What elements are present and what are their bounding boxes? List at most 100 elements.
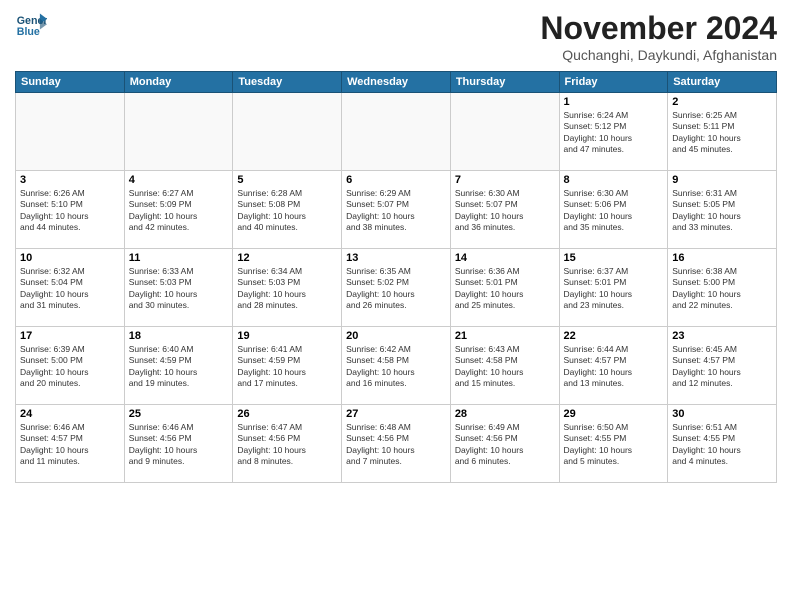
calendar-table: Sunday Monday Tuesday Wednesday Thursday… bbox=[15, 71, 777, 483]
day-info: Sunrise: 6:49 AM Sunset: 4:56 PM Dayligh… bbox=[455, 422, 555, 468]
day-cell: 16 Sunrise: 6:38 AM Sunset: 5:00 PM Dayli… bbox=[668, 249, 777, 327]
day-cell: 1 Sunrise: 6:24 AM Sunset: 5:12 PM Daylig… bbox=[559, 93, 668, 171]
day-number: 5 bbox=[237, 174, 337, 186]
day-info: Sunrise: 6:46 AM Sunset: 4:57 PM Dayligh… bbox=[20, 422, 120, 468]
page: General Blue November 2024 Quchanghi, Da… bbox=[0, 0, 792, 612]
day-cell: 20Sunrise: 6:42 AM Sunset: 4:58 PM Dayli… bbox=[342, 327, 451, 405]
day-info: Sunrise: 6:30 AM Sunset: 5:06 PM Dayligh… bbox=[564, 188, 664, 234]
day-cell: 3 Sunrise: 6:26 AM Sunset: 5:10 PM Daylig… bbox=[16, 171, 125, 249]
day-cell bbox=[233, 93, 342, 171]
day-number: 6 bbox=[346, 174, 446, 186]
day-number: 1 bbox=[564, 96, 664, 108]
day-info: Sunrise: 6:31 AM Sunset: 5:05 PM Dayligh… bbox=[672, 188, 772, 234]
week-row-1: 3 Sunrise: 6:26 AM Sunset: 5:10 PM Daylig… bbox=[16, 171, 777, 249]
week-row-3: 17 Sunrise: 6:39 AM Sunset: 5:00 PM Dayli… bbox=[16, 327, 777, 405]
day-number: 16 bbox=[672, 252, 772, 264]
day-info: Sunrise: 6:51 AM Sunset: 4:55 PM Dayligh… bbox=[672, 422, 772, 468]
week-row-0: 1 Sunrise: 6:24 AM Sunset: 5:12 PM Daylig… bbox=[16, 93, 777, 171]
day-info: Sunrise: 6:45 AM Sunset: 4:57 PM Dayligh… bbox=[672, 344, 772, 390]
day-info: Sunrise: 6:44 AM Sunset: 4:57 PM Dayligh… bbox=[564, 344, 664, 390]
day-info: Sunrise: 6:39 AM Sunset: 5:00 PM Dayligh… bbox=[20, 344, 120, 390]
day-number: 2 bbox=[672, 96, 772, 108]
day-number: 28 bbox=[455, 408, 555, 420]
day-cell: 29 Sunrise: 6:50 AM Sunset: 4:55 PM Dayli… bbox=[559, 405, 668, 483]
day-cell bbox=[124, 93, 233, 171]
subtitle: Quchanghi, Daykundi, Afghanistan bbox=[540, 47, 777, 63]
day-info: Sunrise: 6:34 AM Sunset: 5:03 PM Dayligh… bbox=[237, 266, 337, 312]
day-info: Sunrise: 6:37 AM Sunset: 5:01 PM Dayligh… bbox=[564, 266, 664, 312]
day-number: 4 bbox=[129, 174, 229, 186]
day-cell: 28 Sunrise: 6:49 AM Sunset: 4:56 PM Dayli… bbox=[450, 405, 559, 483]
day-cell: 9 Sunrise: 6:31 AM Sunset: 5:05 PM Daylig… bbox=[668, 171, 777, 249]
day-info: Sunrise: 6:36 AM Sunset: 5:01 PM Dayligh… bbox=[455, 266, 555, 312]
day-number: 17 bbox=[20, 330, 120, 342]
day-number: 11 bbox=[129, 252, 229, 264]
day-cell: 22Sunrise: 6:44 AM Sunset: 4:57 PM Dayli… bbox=[559, 327, 668, 405]
calendar-header-row: Sunday Monday Tuesday Wednesday Thursday… bbox=[16, 72, 777, 93]
day-cell: 14Sunrise: 6:36 AM Sunset: 5:01 PM Dayli… bbox=[450, 249, 559, 327]
day-number: 10 bbox=[20, 252, 120, 264]
day-number: 27 bbox=[346, 408, 446, 420]
header-sunday: Sunday bbox=[16, 72, 125, 93]
day-cell: 11Sunrise: 6:33 AM Sunset: 5:03 PM Dayli… bbox=[124, 249, 233, 327]
day-info: Sunrise: 6:25 AM Sunset: 5:11 PM Dayligh… bbox=[672, 110, 772, 156]
day-cell: 18 Sunrise: 6:40 AM Sunset: 4:59 PM Dayli… bbox=[124, 327, 233, 405]
day-cell: 30 Sunrise: 6:51 AM Sunset: 4:55 PM Dayli… bbox=[668, 405, 777, 483]
day-info: Sunrise: 6:29 AM Sunset: 5:07 PM Dayligh… bbox=[346, 188, 446, 234]
header-saturday: Saturday bbox=[668, 72, 777, 93]
day-number: 26 bbox=[237, 408, 337, 420]
day-info: Sunrise: 6:26 AM Sunset: 5:10 PM Dayligh… bbox=[20, 188, 120, 234]
day-number: 19 bbox=[237, 330, 337, 342]
day-info: Sunrise: 6:35 AM Sunset: 5:02 PM Dayligh… bbox=[346, 266, 446, 312]
day-number: 7 bbox=[455, 174, 555, 186]
day-cell: 13 Sunrise: 6:35 AM Sunset: 5:02 PM Dayli… bbox=[342, 249, 451, 327]
day-cell: 26 Sunrise: 6:47 AM Sunset: 4:56 PM Dayli… bbox=[233, 405, 342, 483]
day-number: 23 bbox=[672, 330, 772, 342]
day-info: Sunrise: 6:30 AM Sunset: 5:07 PM Dayligh… bbox=[455, 188, 555, 234]
day-cell: 19 Sunrise: 6:41 AM Sunset: 4:59 PM Dayli… bbox=[233, 327, 342, 405]
day-info: Sunrise: 6:48 AM Sunset: 4:56 PM Dayligh… bbox=[346, 422, 446, 468]
day-info: Sunrise: 6:50 AM Sunset: 4:55 PM Dayligh… bbox=[564, 422, 664, 468]
day-cell: 10 Sunrise: 6:32 AM Sunset: 5:04 PM Dayli… bbox=[16, 249, 125, 327]
day-number: 25 bbox=[129, 408, 229, 420]
day-cell: 15Sunrise: 6:37 AM Sunset: 5:01 PM Dayli… bbox=[559, 249, 668, 327]
day-cell: 27 Sunrise: 6:48 AM Sunset: 4:56 PM Dayli… bbox=[342, 405, 451, 483]
day-info: Sunrise: 6:38 AM Sunset: 5:00 PM Dayligh… bbox=[672, 266, 772, 312]
day-info: Sunrise: 6:43 AM Sunset: 4:58 PM Dayligh… bbox=[455, 344, 555, 390]
day-info: Sunrise: 6:24 AM Sunset: 5:12 PM Dayligh… bbox=[564, 110, 664, 156]
day-info: Sunrise: 6:27 AM Sunset: 5:09 PM Dayligh… bbox=[129, 188, 229, 234]
day-cell: 12 Sunrise: 6:34 AM Sunset: 5:03 PM Dayli… bbox=[233, 249, 342, 327]
day-number: 30 bbox=[672, 408, 772, 420]
day-cell bbox=[16, 93, 125, 171]
day-info: Sunrise: 6:47 AM Sunset: 4:56 PM Dayligh… bbox=[237, 422, 337, 468]
day-number: 24 bbox=[20, 408, 120, 420]
day-number: 9 bbox=[672, 174, 772, 186]
day-number: 29 bbox=[564, 408, 664, 420]
day-cell: 17 Sunrise: 6:39 AM Sunset: 5:00 PM Dayli… bbox=[16, 327, 125, 405]
day-number: 12 bbox=[237, 252, 337, 264]
day-number: 18 bbox=[129, 330, 229, 342]
day-cell bbox=[342, 93, 451, 171]
header-monday: Monday bbox=[124, 72, 233, 93]
day-number: 8 bbox=[564, 174, 664, 186]
logo: General Blue bbox=[15, 10, 47, 42]
day-info: Sunrise: 6:41 AM Sunset: 4:59 PM Dayligh… bbox=[237, 344, 337, 390]
day-cell: 7 Sunrise: 6:30 AM Sunset: 5:07 PM Daylig… bbox=[450, 171, 559, 249]
day-info: Sunrise: 6:32 AM Sunset: 5:04 PM Dayligh… bbox=[20, 266, 120, 312]
day-cell: 6 Sunrise: 6:29 AM Sunset: 5:07 PM Daylig… bbox=[342, 171, 451, 249]
week-row-4: 24 Sunrise: 6:46 AM Sunset: 4:57 PM Dayli… bbox=[16, 405, 777, 483]
month-title: November 2024 bbox=[540, 10, 777, 47]
day-number: 3 bbox=[20, 174, 120, 186]
title-block: November 2024 Quchanghi, Daykundi, Afgha… bbox=[540, 10, 777, 63]
day-number: 13 bbox=[346, 252, 446, 264]
day-info: Sunrise: 6:40 AM Sunset: 4:59 PM Dayligh… bbox=[129, 344, 229, 390]
day-info: Sunrise: 6:42 AM Sunset: 4:58 PM Dayligh… bbox=[346, 344, 446, 390]
day-info: Sunrise: 6:28 AM Sunset: 5:08 PM Dayligh… bbox=[237, 188, 337, 234]
day-cell: 4 Sunrise: 6:27 AM Sunset: 5:09 PM Daylig… bbox=[124, 171, 233, 249]
day-cell: 5 Sunrise: 6:28 AM Sunset: 5:08 PM Daylig… bbox=[233, 171, 342, 249]
day-cell: 23 Sunrise: 6:45 AM Sunset: 4:57 PM Dayli… bbox=[668, 327, 777, 405]
header-wednesday: Wednesday bbox=[342, 72, 451, 93]
header: General Blue November 2024 Quchanghi, Da… bbox=[15, 10, 777, 63]
week-row-2: 10 Sunrise: 6:32 AM Sunset: 5:04 PM Dayli… bbox=[16, 249, 777, 327]
day-number: 21 bbox=[455, 330, 555, 342]
